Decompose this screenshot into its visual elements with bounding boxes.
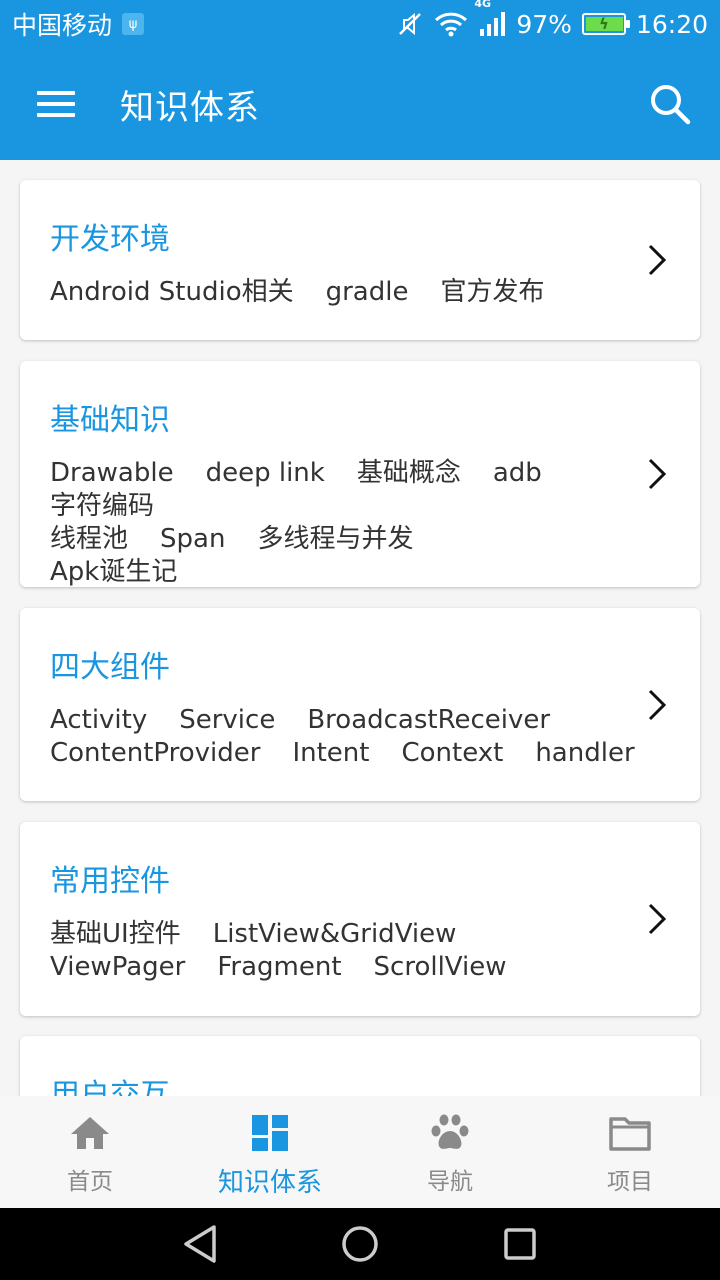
nav-item-knowledge[interactable]: 知识体系 bbox=[180, 1096, 360, 1208]
nav-label: 首页 bbox=[67, 1169, 113, 1195]
nav-item-projects[interactable]: 项目 bbox=[540, 1096, 720, 1208]
home-button[interactable] bbox=[320, 1208, 400, 1280]
nav-label: 知识体系 bbox=[217, 1168, 322, 1198]
tag: 官方发布 bbox=[440, 277, 545, 307]
chevron-right-icon bbox=[648, 689, 667, 721]
menu-button[interactable] bbox=[0, 48, 112, 160]
nav-item-navigation[interactable]: 导航 bbox=[360, 1096, 540, 1208]
battery-icon: ϟ bbox=[581, 13, 630, 35]
tag: Android Studio相关 bbox=[50, 277, 294, 307]
chevron-right-icon bbox=[648, 458, 667, 490]
tag: deep link bbox=[205, 458, 325, 488]
tag: Service bbox=[179, 705, 276, 735]
tag: Fragment bbox=[217, 952, 342, 982]
category-card[interactable]: 用户交互 bbox=[20, 1036, 700, 1096]
tag: handler bbox=[535, 738, 635, 768]
tag: Drawable bbox=[50, 458, 174, 488]
circle-home-icon bbox=[342, 1226, 378, 1262]
square-recents-icon bbox=[504, 1228, 536, 1260]
usb-icon: ψ bbox=[122, 13, 145, 35]
category-card[interactable]: 四大组件 Activity Service BroadcastReceiver Co… bbox=[20, 608, 700, 801]
system-navigation-bar bbox=[0, 1208, 720, 1280]
category-card[interactable]: 开发环境 Android Studio相关 gradle 官方发布 bbox=[20, 180, 700, 340]
tag: 字符编码 bbox=[50, 491, 155, 521]
card-tags: Activity Service BroadcastReceiver Content… bbox=[50, 704, 635, 770]
home-icon bbox=[69, 1112, 111, 1154]
tag: 多线程与并发 bbox=[257, 524, 414, 554]
card-title: 基础知识 bbox=[50, 403, 170, 438]
tag: Apk诞生记 bbox=[50, 557, 178, 587]
carrier-group: 中国移动 ψ bbox=[12, 6, 145, 42]
knowledge-list[interactable]: 开发环境 Android Studio相关 gradle 官方发布 基础知识 Dra… bbox=[0, 160, 720, 1096]
nav-item-home[interactable]: 首页 bbox=[0, 1096, 180, 1208]
tag: ListView&GridView bbox=[212, 919, 457, 949]
recents-button[interactable] bbox=[480, 1208, 560, 1280]
card-title: 常用控件 bbox=[50, 864, 170, 899]
tag: 线程池 bbox=[50, 524, 129, 554]
bottom-navigation: 首页 知识体系 导航 项目 bbox=[0, 1096, 720, 1208]
clock: 16:20 bbox=[635, 9, 708, 39]
paw-icon bbox=[429, 1112, 471, 1154]
mute-icon bbox=[396, 10, 424, 38]
tag: ScrollView bbox=[373, 952, 507, 982]
card-tags: 基础UI控件 ListView&GridView ViewPager Fragmen… bbox=[50, 918, 620, 984]
menu-icon bbox=[37, 91, 75, 117]
chevron-right-icon bbox=[648, 903, 667, 935]
status-icons: 4G 97% ϟ 16:20 bbox=[396, 0, 708, 39]
tag: gradle bbox=[325, 277, 409, 307]
category-card[interactable]: 基础知识 Drawable deep link 基础概念 adb 字符编码 线程池 Spa… bbox=[20, 361, 700, 587]
tag: BroadcastReceiver bbox=[307, 705, 551, 735]
tag: Context bbox=[401, 738, 504, 768]
tag: Span bbox=[160, 524, 226, 554]
tag: Activity bbox=[50, 705, 148, 735]
battery-percent: 97% bbox=[516, 9, 572, 39]
tag: Intent bbox=[292, 738, 370, 768]
dashboard-icon bbox=[249, 1112, 291, 1154]
back-button[interactable] bbox=[160, 1208, 240, 1280]
folder-icon bbox=[609, 1112, 651, 1154]
signal-icon: 4G bbox=[474, 0, 506, 37]
carrier-name: 中国移动 bbox=[12, 11, 113, 40]
category-card[interactable]: 常用控件 基础UI控件 ListView&GridView ViewPager Fr… bbox=[20, 822, 700, 1016]
tag: ContentProvider bbox=[50, 738, 261, 768]
search-button[interactable] bbox=[620, 48, 720, 160]
card-title: 四大组件 bbox=[50, 650, 170, 685]
card-title: 用户交互 bbox=[50, 1078, 170, 1096]
wifi-icon bbox=[434, 11, 468, 37]
tag: adb bbox=[492, 458, 542, 488]
search-icon bbox=[651, 85, 691, 125]
back-icon bbox=[184, 1225, 216, 1263]
nav-label: 项目 bbox=[607, 1169, 653, 1195]
status-bar: 中国移动 ψ 4G 97% ϟ 16:20 bbox=[0, 0, 720, 48]
page-title: 知识体系 bbox=[120, 87, 260, 128]
tag: 基础概念 bbox=[356, 458, 461, 488]
card-tags: Android Studio相关 gradle 官方发布 bbox=[50, 276, 620, 309]
app-bar: 知识体系 bbox=[0, 48, 720, 160]
nav-label: 导航 bbox=[427, 1169, 473, 1195]
card-tags: Drawable deep link 基础概念 adb 字符编码 线程池 Span 多线程与… bbox=[50, 457, 620, 589]
tag: ViewPager bbox=[50, 952, 186, 982]
chevron-right-icon bbox=[648, 244, 667, 276]
card-title: 开发环境 bbox=[50, 222, 170, 257]
network-type: 4G bbox=[474, 0, 492, 10]
tag: 基础UI控件 bbox=[50, 919, 181, 949]
